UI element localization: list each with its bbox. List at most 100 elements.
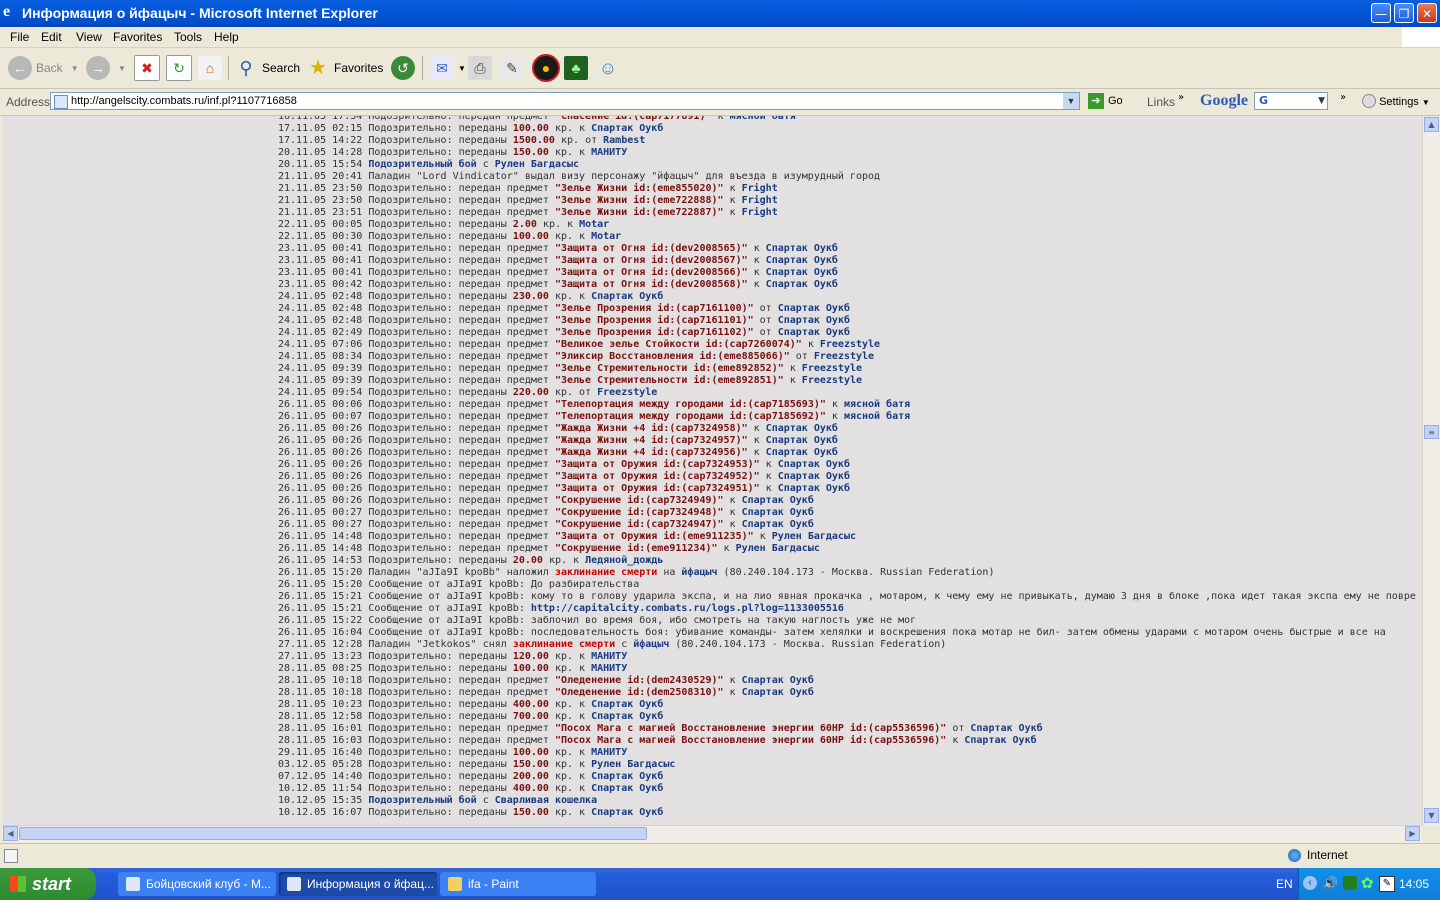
log-user-link[interactable]: Сварливая кошелка: [495, 795, 597, 806]
log-user-link[interactable]: Freezstyle: [802, 363, 862, 374]
log-user-link[interactable]: Fright: [742, 207, 778, 218]
log-user-link[interactable]: Спартак Оукб: [970, 723, 1042, 734]
log-user-link[interactable]: йфацыч: [681, 567, 717, 578]
close-button[interactable]: ✕: [1417, 3, 1437, 23]
menu-file[interactable]: File: [10, 30, 29, 44]
scroll-left-button[interactable]: ◀: [3, 826, 18, 841]
log-user-link[interactable]: мясной батя: [844, 411, 910, 422]
log-user-link[interactable]: Рулен Багдасыс: [772, 531, 856, 542]
menu-view[interactable]: View: [76, 30, 102, 44]
log-user-link[interactable]: Спартак Оукб: [778, 303, 850, 314]
log-user-link[interactable]: МАНИТУ: [591, 147, 627, 158]
log-user-link[interactable]: мясной батя: [730, 116, 796, 122]
links-chevron-icon[interactable]: »: [1178, 92, 1184, 103]
icq-icon[interactable]: ✿: [1361, 874, 1374, 892]
volume-icon[interactable]: 🔊: [1323, 876, 1338, 890]
task-item-paint[interactable]: ifa - Paint: [440, 872, 596, 896]
log-user-link[interactable]: Спартак Оукб: [742, 687, 814, 698]
log-user-link[interactable]: Freezstyle: [802, 375, 862, 386]
restore-button[interactable]: ❐: [1394, 3, 1414, 23]
log-user-link[interactable]: Спартак Оукб: [742, 495, 814, 506]
log-user-link[interactable]: Motar: [591, 231, 621, 242]
log-user-link[interactable]: Спартак Оукб: [591, 123, 663, 134]
addon-button-1[interactable]: ●: [532, 52, 564, 84]
log-user-link[interactable]: Спартак Оукб: [591, 807, 663, 818]
log-user-link[interactable]: Спартак Оукб: [766, 447, 838, 458]
favorites-button[interactable]: ★ Favorites: [306, 52, 383, 84]
log-user-link[interactable]: МАНИТУ: [591, 651, 627, 662]
suspicious-battle-link[interactable]: Подозрительный бой: [368, 795, 476, 806]
edit-button[interactable]: ✎: [500, 52, 528, 84]
log-user-link[interactable]: йфацыч: [633, 639, 669, 650]
log-user-link[interactable]: Спартак Оукб: [766, 435, 838, 446]
log-user-link[interactable]: Спартак Оукб: [591, 711, 663, 722]
log-user-link[interactable]: Рулен Багдасыс: [736, 543, 820, 554]
refresh-button[interactable]: ↻: [166, 52, 196, 84]
log-user-link[interactable]: Ледяной_дождь: [585, 555, 663, 566]
vertical-scrollbar[interactable]: ▲ ≡ ▼: [1422, 116, 1440, 825]
log-user-link[interactable]: Спартак Оукб: [766, 279, 838, 290]
log-user-link[interactable]: Motar: [579, 219, 609, 230]
home-button[interactable]: ⌂: [198, 52, 226, 84]
minimize-button[interactable]: —: [1371, 3, 1391, 23]
search-button[interactable]: ⚲ Search: [234, 52, 300, 84]
log-user-link[interactable]: http://capitalcity.combats.ru/logs.pl?lo…: [531, 603, 844, 614]
log-user-link[interactable]: Спартак Оукб: [591, 291, 663, 302]
tray-expand-icon[interactable]: ‹: [1303, 876, 1317, 890]
log-user-link[interactable]: Спартак Оукб: [766, 255, 838, 266]
stop-button[interactable]: ✖: [134, 52, 164, 84]
log-user-link[interactable]: Спартак Оукб: [778, 471, 850, 482]
log-user-link[interactable]: Спартак Оукб: [964, 735, 1036, 746]
back-button[interactable]: ← Back ▼: [8, 52, 79, 84]
forward-dropdown-icon[interactable]: ▼: [118, 64, 126, 73]
go-button[interactable]: ➜ Go: [1088, 93, 1123, 109]
title-bar[interactable]: e Информация о йфацыч - Microsoft Intern…: [0, 0, 1440, 27]
log-user-link[interactable]: Спартак Оукб: [778, 459, 850, 470]
log-user-link[interactable]: Спартак Оукб: [591, 771, 663, 782]
vertical-scroll-thumb[interactable]: ≡: [1424, 425, 1439, 439]
forward-button[interactable]: → ▼: [86, 52, 126, 84]
log-user-link[interactable]: Рулен Багдасыс: [495, 159, 579, 170]
menu-favorites[interactable]: Favorites: [113, 30, 162, 44]
start-button[interactable]: start: [0, 868, 96, 900]
log-user-link[interactable]: Спартак Оукб: [778, 315, 850, 326]
log-user-link[interactable]: Спартак Оукб: [766, 267, 838, 278]
clock[interactable]: 14:05: [1399, 877, 1429, 891]
google-search-input[interactable]: G ▼: [1254, 92, 1328, 110]
log-user-link[interactable]: МАНИТУ: [591, 747, 627, 758]
log-user-link[interactable]: Спартак Оукб: [778, 483, 850, 494]
links-button[interactable]: Links: [1147, 95, 1175, 109]
messenger-button[interactable]: ☺: [596, 52, 624, 84]
log-user-link[interactable]: МАНИТУ: [591, 663, 627, 674]
scroll-right-button[interactable]: ▶: [1405, 826, 1420, 841]
log-user-link[interactable]: Спартак Оукб: [742, 507, 814, 518]
log-user-link[interactable]: Fright: [742, 195, 778, 206]
horizontal-scrollbar[interactable]: ◀ ▶: [2, 825, 1422, 842]
google-chevron-icon[interactable]: »: [1340, 92, 1346, 103]
log-user-link[interactable]: Рулен Багдасыс: [591, 759, 675, 770]
mail-dropdown-icon[interactable]: ▼: [458, 64, 466, 73]
scroll-up-button[interactable]: ▲: [1424, 117, 1439, 132]
log-user-link[interactable]: Freezstyle: [597, 387, 657, 398]
task-item-combats[interactable]: Бойцовский клуб - M...: [118, 872, 276, 896]
task-item-info[interactable]: Информация о йфац...: [279, 872, 437, 896]
log-user-link[interactable]: Спартак Оукб: [742, 675, 814, 686]
log-user-link[interactable]: Спартак Оукб: [766, 243, 838, 254]
log-user-link[interactable]: Спартак Оукб: [742, 519, 814, 530]
horizontal-scroll-thumb[interactable]: [19, 827, 647, 840]
log-user-link[interactable]: Спартак Оукб: [778, 327, 850, 338]
log-user-link[interactable]: Fright: [742, 183, 778, 194]
network-icon[interactable]: [1343, 876, 1357, 890]
log-user-link[interactable]: Freezstyle: [814, 351, 874, 362]
menu-edit[interactable]: Edit: [41, 30, 62, 44]
mail-button[interactable]: ✉ ▼: [430, 52, 466, 84]
log-user-link[interactable]: Rambest: [603, 135, 645, 146]
log-user-link[interactable]: Спартак Оукб: [766, 423, 838, 434]
menu-help[interactable]: Help: [214, 30, 239, 44]
menu-tools[interactable]: Tools: [174, 30, 202, 44]
scroll-down-button[interactable]: ▼: [1424, 808, 1439, 823]
print-button[interactable]: ⎙: [468, 52, 496, 84]
log-user-link[interactable]: Freezstyle: [820, 339, 880, 350]
address-input[interactable]: http://angelscity.combats.ru/inf.pl?1107…: [50, 92, 1080, 110]
settings-button[interactable]: Settings ▼: [1362, 94, 1430, 108]
